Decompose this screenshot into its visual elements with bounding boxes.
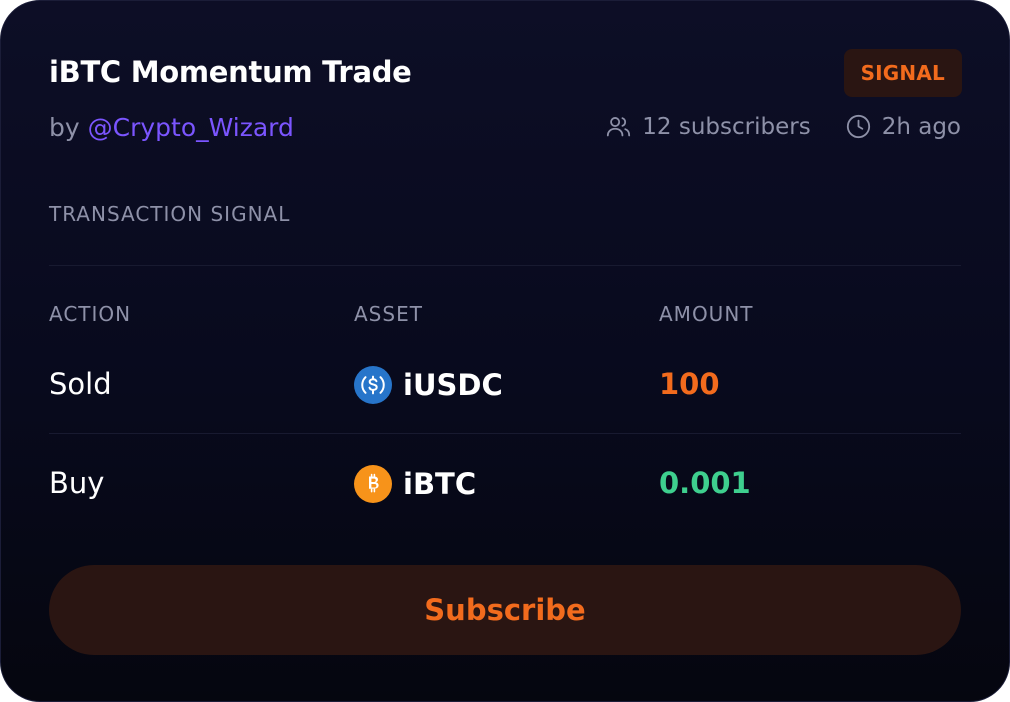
row-divider bbox=[49, 433, 961, 434]
subscribers-count: 12 subscribers bbox=[605, 113, 811, 140]
section-label: TRANSACTION SIGNAL bbox=[49, 202, 291, 226]
card-title: iBTC Momentum Trade bbox=[49, 55, 412, 89]
section-divider bbox=[49, 265, 961, 266]
row-1-action: Sold bbox=[49, 367, 112, 401]
signal-badge: SIGNAL bbox=[843, 49, 962, 97]
row-2-asset-name: iBTC bbox=[403, 467, 477, 501]
signal-card: iBTC Momentum Trade SIGNAL by @Crypto_Wi… bbox=[0, 0, 1010, 702]
column-header-amount: AMOUNT bbox=[659, 302, 754, 326]
subscribers-text: 12 subscribers bbox=[642, 113, 811, 140]
clock-icon bbox=[846, 114, 870, 139]
row-1-amount: 100 bbox=[659, 367, 720, 401]
column-header-asset: ASSET bbox=[354, 302, 423, 326]
row-1-asset: iUSDC bbox=[354, 366, 503, 404]
time-text: 2h ago bbox=[881, 113, 961, 140]
row-2-asset: iBTC bbox=[354, 465, 476, 503]
author-link[interactable]: @Crypto_Wizard bbox=[88, 113, 294, 142]
byline-prefix: by bbox=[49, 113, 88, 142]
card-meta: 12 subscribers 2h ago bbox=[605, 113, 961, 140]
users-icon bbox=[607, 117, 631, 137]
row-1-asset-name: iUSDC bbox=[403, 368, 503, 402]
row-2-action: Buy bbox=[49, 466, 105, 500]
btc-icon bbox=[354, 465, 392, 503]
post-time: 2h ago bbox=[845, 113, 961, 140]
usdc-icon bbox=[354, 366, 392, 404]
subscribe-button[interactable]: Subscribe bbox=[49, 565, 961, 655]
row-2-amount: 0.001 bbox=[659, 466, 751, 500]
byline: by @Crypto_Wizard bbox=[49, 113, 294, 142]
column-header-action: ACTION bbox=[49, 302, 132, 326]
